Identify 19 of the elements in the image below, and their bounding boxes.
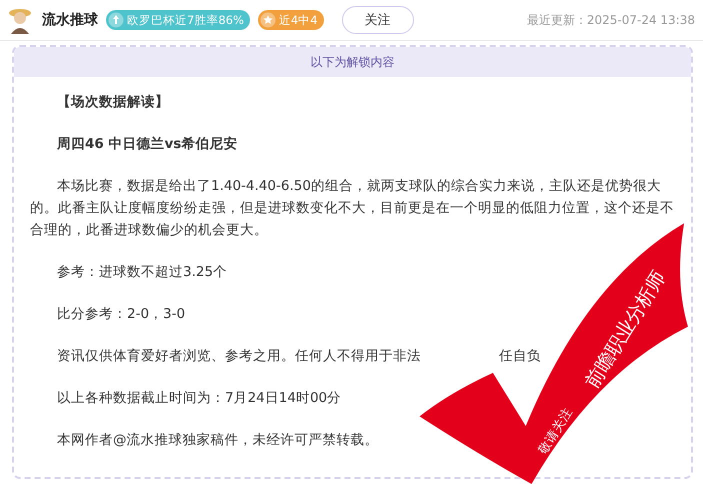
unlock-banner: 以下为解锁内容 (14, 47, 691, 77)
paragraph: 本网作者@流水推球独家稿件，未经许可严禁转载。 (57, 432, 378, 448)
paragraph: 参考：进球数不超过3.25个 (57, 264, 228, 280)
stamp-text: 敬请关注 (534, 404, 576, 457)
follow-button[interactable]: 关注 (342, 6, 414, 34)
arrow-up-icon (108, 12, 124, 28)
section-heading: 【场次数据解读】 (57, 94, 169, 110)
paragraph: 本场比赛，数据是给出了1.40-4.40-6.50的组合，就两支球队的综合实力来说，主队还是优势很大的。此番主队让度幅度纷纷走强，但是进球数变化不大，目前更是在一个明显的低阻力位置，这个还是不合理的，此番进球数偏少的机会更大。 (30, 178, 674, 238)
badge-text: 近4中4 (278, 12, 318, 28)
author-name: 流水推球 (42, 11, 98, 29)
paragraph: 以上各种数据截止时间为：7月24日14时00分 (57, 390, 342, 406)
paragraph: 比分参考：2-0，3-0 (57, 306, 186, 322)
badge-text: 欧罗巴杯近7胜率86% (127, 12, 244, 28)
paragraph-text: 资讯仅供体育爱好者浏览、参考之用。任何人不得用于非法 (57, 348, 421, 364)
update-time: 最近更新：2025-07-24 13:38 (526, 12, 695, 28)
paragraph-text: 任自负 (499, 348, 541, 364)
match-title: 周四46 中日德兰vs希伯尼安 (57, 136, 238, 152)
stamp-text: 前瞻职业分析师 (580, 267, 670, 392)
avatar-icon (8, 6, 32, 34)
